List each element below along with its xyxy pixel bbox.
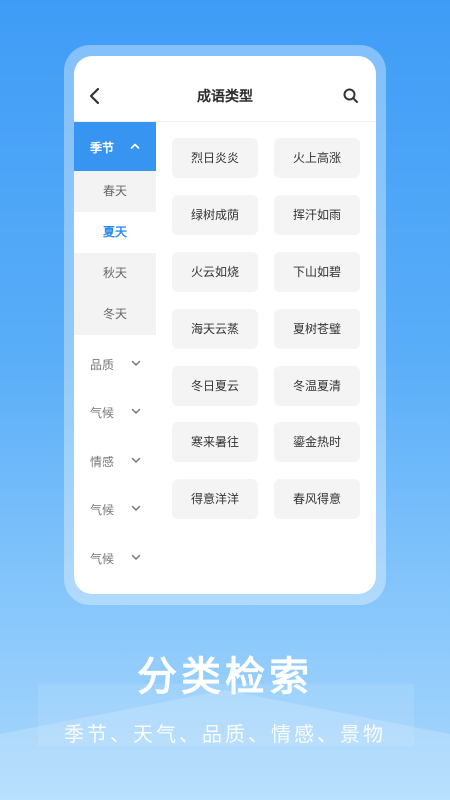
idiom-tag[interactable]: 挥汗如雨 xyxy=(274,195,360,235)
idiom-tag[interactable]: 鎏金热时 xyxy=(274,422,360,462)
chevron-down-icon xyxy=(131,554,141,560)
sidebar-item-label: 季节 xyxy=(90,141,115,155)
top-bar: 成语类型 xyxy=(74,56,376,122)
idiom-tag[interactable]: 春风得意 xyxy=(274,479,360,519)
app-screen: 成语类型 季节 春天 夏天 秋天 冬天 品质 气候 情感 气候 气候 烈日炎炎 … xyxy=(74,56,376,594)
search-button[interactable] xyxy=(342,87,360,105)
idiom-tag[interactable]: 得意洋洋 xyxy=(172,479,258,519)
idiom-tag[interactable]: 烈日炎炎 xyxy=(172,138,258,178)
chevron-down-icon xyxy=(131,360,141,366)
page-title: 成语类型 xyxy=(197,89,253,105)
idiom-tag[interactable]: 火云如烧 xyxy=(172,252,258,292)
sidebar-item-climate-3[interactable]: 气候 xyxy=(74,536,156,576)
search-icon xyxy=(343,88,358,103)
sidebar-item-label: 气候 xyxy=(90,503,115,517)
sidebar-item-label: 品质 xyxy=(90,358,115,372)
chevron-down-icon xyxy=(131,505,141,511)
promo-headline: 分类检索 xyxy=(137,654,313,700)
idiom-tag[interactable]: 海天云蒸 xyxy=(172,309,258,349)
sidebar-item-label: 气候 xyxy=(90,552,115,566)
sidebar-item-quality[interactable]: 品质 xyxy=(74,342,156,382)
category-sidebar: 季节 春天 夏天 秋天 冬天 品质 气候 情感 气候 气候 xyxy=(74,122,156,594)
idiom-tag[interactable]: 寒来暑往 xyxy=(172,422,258,462)
promo-subline: 季节、天气、品质、情感、景物 xyxy=(64,722,386,746)
sidebar-item-climate-2[interactable]: 气候 xyxy=(74,487,156,527)
sidebar-item-season[interactable]: 季节 xyxy=(74,122,156,171)
sidebar-subitem-winter[interactable]: 冬天 xyxy=(74,294,156,335)
idiom-tag[interactable]: 夏树苍璧 xyxy=(274,309,360,349)
idiom-tag[interactable]: 冬日夏云 xyxy=(172,366,258,406)
idiom-tag[interactable]: 冬温夏清 xyxy=(274,366,360,406)
sidebar-item-label: 情感 xyxy=(90,455,115,469)
sidebar-subitem-autumn[interactable]: 秋天 xyxy=(74,253,156,294)
idiom-tag[interactable]: 绿树成荫 xyxy=(172,195,258,235)
idiom-tag[interactable]: 火上高涨 xyxy=(274,138,360,178)
sidebar-item-label: 气候 xyxy=(90,406,115,420)
sidebar-subitem-summer[interactable]: 夏天 xyxy=(74,212,156,253)
chevron-down-icon xyxy=(131,408,141,414)
idiom-tag[interactable]: 下山如碧 xyxy=(274,252,360,292)
sidebar-item-climate[interactable]: 气候 xyxy=(74,390,156,430)
sidebar-item-emotion[interactable]: 情感 xyxy=(74,439,156,479)
chevron-down-icon xyxy=(131,457,141,463)
chevron-up-icon xyxy=(130,143,140,149)
sidebar-subitem-spring[interactable]: 春天 xyxy=(74,171,156,212)
